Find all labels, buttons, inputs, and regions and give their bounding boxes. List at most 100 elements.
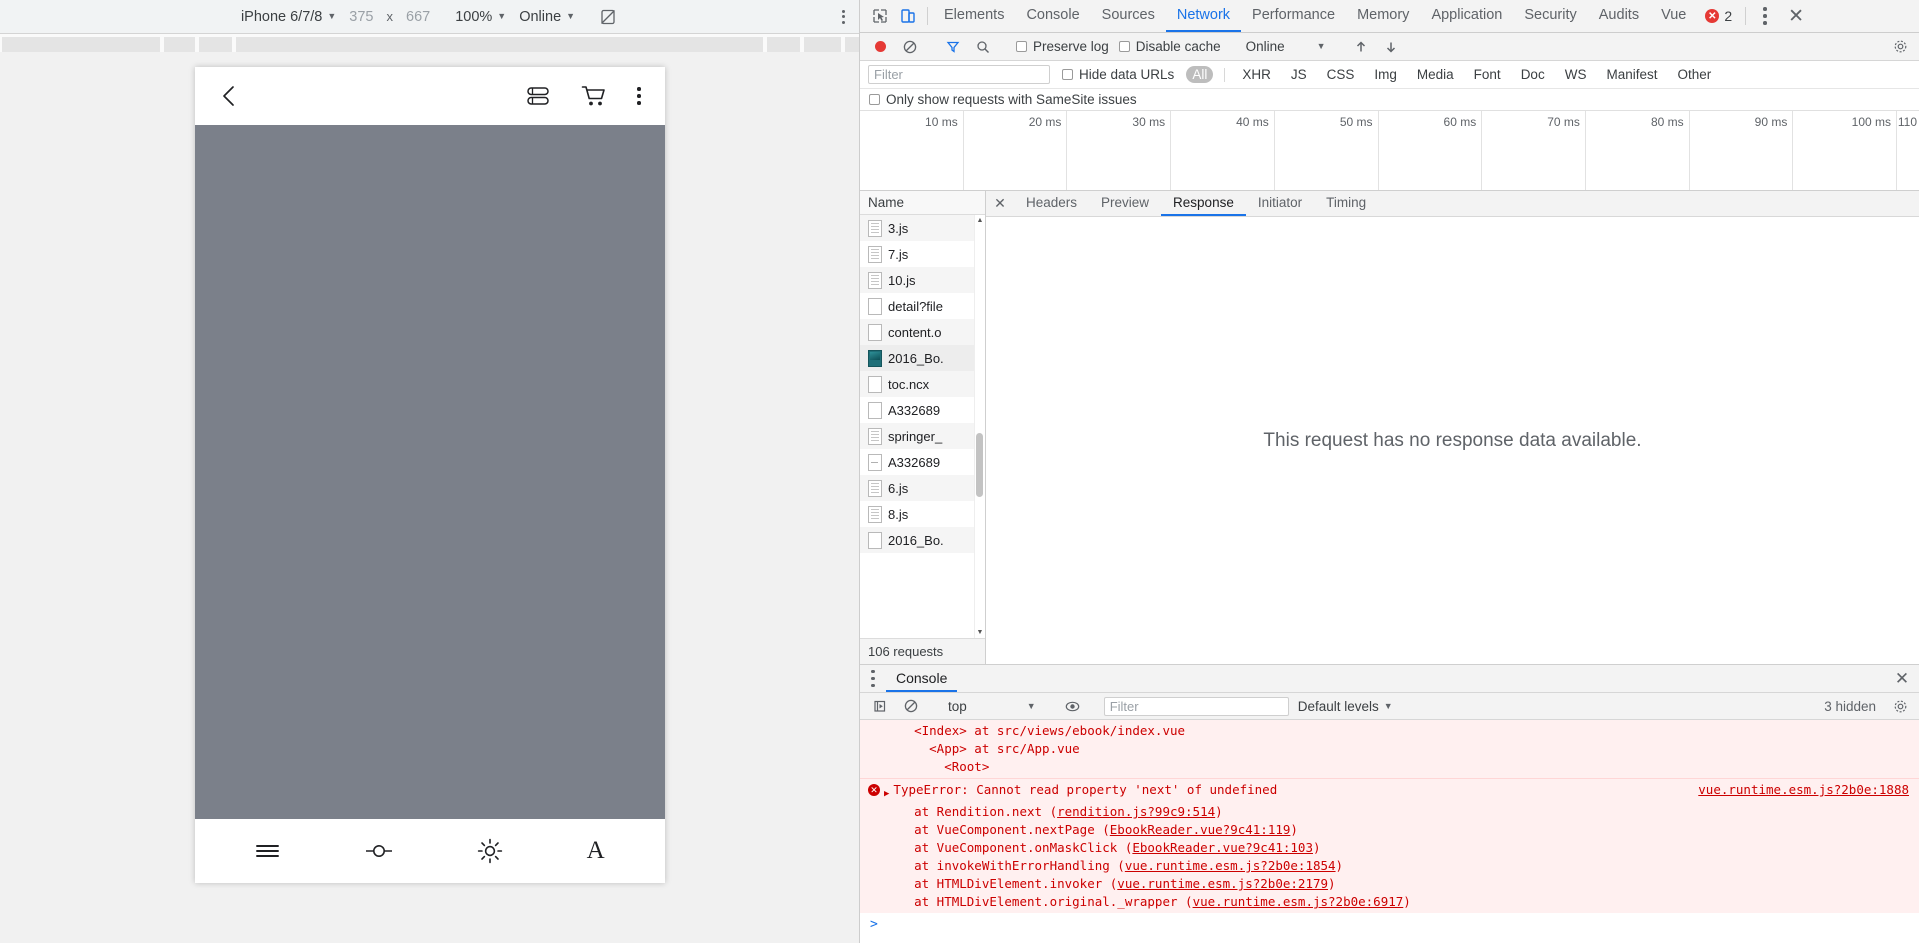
tab-audits[interactable]: Audits bbox=[1588, 0, 1650, 32]
table-row[interactable]: 2016_Bo. bbox=[860, 345, 985, 371]
clear-network-log-icon[interactable] bbox=[896, 40, 924, 54]
table-row[interactable]: A332689 bbox=[860, 449, 985, 475]
import-har-icon[interactable] bbox=[1347, 40, 1375, 54]
type-filter-img[interactable]: Img bbox=[1368, 66, 1403, 83]
filter-funnel-icon[interactable] bbox=[939, 40, 967, 54]
more-vertical-icon[interactable] bbox=[637, 87, 641, 105]
tab-security[interactable]: Security bbox=[1513, 0, 1587, 32]
ebook-reader-content[interactable] bbox=[194, 125, 665, 819]
table-row[interactable]: toc.ncx bbox=[860, 371, 985, 397]
record-stop-icon[interactable] bbox=[866, 41, 894, 52]
stack-link[interactable]: EbookReader.vue?9c41:119 bbox=[1110, 822, 1291, 837]
table-row[interactable]: 10.js bbox=[860, 267, 985, 293]
toggle-device-toolbar-icon[interactable] bbox=[894, 0, 922, 32]
brightness-sun-icon[interactable] bbox=[477, 838, 503, 864]
stack-link[interactable]: vue.runtime.esm.js?2b0e:6917 bbox=[1193, 894, 1404, 909]
console-output[interactable]: <Index> at src/views/ebook/index.vue <Ap… bbox=[860, 720, 1919, 943]
close-drawer-icon[interactable]: ✕ bbox=[1885, 665, 1919, 692]
error-source-link[interactable]: vue.runtime.esm.js?2b0e:1888 bbox=[1698, 781, 1919, 799]
zoom-selector[interactable]: 100% ▼ bbox=[455, 9, 506, 25]
stack-link[interactable]: vue.runtime.esm.js?2b0e:1854 bbox=[1125, 858, 1336, 873]
disable-cache-checkbox[interactable]: Disable cache bbox=[1115, 39, 1225, 54]
clear-console-icon[interactable] bbox=[897, 699, 925, 713]
hide-data-urls-checkbox[interactable]: Hide data URLs bbox=[1058, 67, 1178, 82]
scroll-down-arrow-icon[interactable]: ▼ bbox=[975, 627, 985, 638]
detail-tab-response[interactable]: Response bbox=[1161, 191, 1246, 216]
table-row[interactable]: 3.js bbox=[860, 215, 985, 241]
type-filter-media[interactable]: Media bbox=[1411, 66, 1460, 83]
detail-tab-headers[interactable]: Headers bbox=[1014, 191, 1089, 216]
drawer-more-icon[interactable] bbox=[860, 665, 886, 692]
throttle-selector[interactable]: Online ▼ bbox=[519, 9, 575, 25]
progress-circle-icon[interactable] bbox=[365, 839, 393, 863]
stack-link[interactable]: rendition.js?99c9:514 bbox=[1057, 804, 1215, 819]
request-list[interactable]: 3.js 7.js 10.js detail?file content.o 20… bbox=[860, 215, 985, 638]
request-list-scrollbar[interactable]: ▲ ▼ bbox=[974, 215, 985, 638]
tab-sources[interactable]: Sources bbox=[1091, 0, 1166, 32]
hamburger-menu-icon[interactable] bbox=[254, 840, 281, 862]
network-overview-timeline[interactable]: 10 ms 20 ms 30 ms 40 ms 50 ms 60 ms 70 m… bbox=[860, 111, 1919, 191]
emulator-more-options-icon[interactable] bbox=[842, 9, 845, 24]
type-filter-font[interactable]: Font bbox=[1468, 66, 1507, 83]
table-row[interactable]: 6.js bbox=[860, 475, 985, 501]
console-error-entry[interactable]: ✕ ▶ TypeError: Cannot read property 'nex… bbox=[860, 779, 1919, 913]
tab-elements[interactable]: Elements bbox=[933, 0, 1015, 32]
table-row[interactable]: 7.js bbox=[860, 241, 985, 267]
scroll-up-arrow-icon[interactable]: ▲ bbox=[975, 215, 985, 226]
detail-tab-timing[interactable]: Timing bbox=[1314, 191, 1378, 216]
expand-triangle-icon[interactable]: ▶ bbox=[884, 785, 889, 803]
viewport-width[interactable]: 375 bbox=[349, 9, 373, 25]
detail-tab-initiator[interactable]: Initiator bbox=[1246, 191, 1314, 216]
stack-link[interactable]: vue.runtime.esm.js?2b0e:2179 bbox=[1117, 876, 1328, 891]
console-settings-gear-icon[interactable] bbox=[1887, 699, 1913, 714]
tab-console[interactable]: Console bbox=[1015, 0, 1090, 32]
font-size-A-icon[interactable]: A bbox=[587, 837, 605, 865]
type-filter-css[interactable]: CSS bbox=[1321, 66, 1361, 83]
console-context-selector[interactable]: top ▼ bbox=[942, 699, 1042, 714]
tab-performance[interactable]: Performance bbox=[1241, 0, 1346, 32]
tab-application[interactable]: Application bbox=[1420, 0, 1513, 32]
table-row[interactable]: springer_ bbox=[860, 423, 985, 449]
live-expression-icon[interactable] bbox=[1059, 699, 1087, 714]
preserve-log-checkbox[interactable]: Preserve log bbox=[1012, 39, 1113, 54]
execute-snippet-icon[interactable] bbox=[866, 699, 894, 713]
console-prompt[interactable]: > bbox=[860, 913, 1919, 935]
samesite-checkbox[interactable]: Only show requests with SameSite issues bbox=[869, 92, 1137, 107]
console-levels-selector[interactable]: Default levels ▼ bbox=[1292, 699, 1399, 714]
scrollbar-thumb[interactable] bbox=[976, 433, 983, 497]
rotate-icon[interactable] bbox=[598, 7, 618, 27]
error-count-badge[interactable]: ✕ 2 bbox=[1697, 0, 1740, 32]
export-har-icon[interactable] bbox=[1377, 40, 1405, 54]
console-trace-head[interactable]: <Index> at src/views/ebook/index.vue <Ap… bbox=[860, 720, 1919, 779]
device-selector[interactable]: iPhone 6/7/8 ▼ bbox=[241, 9, 336, 25]
tab-network[interactable]: Network bbox=[1165, 0, 1242, 32]
table-row[interactable]: detail?file bbox=[860, 293, 985, 319]
type-filter-js[interactable]: JS bbox=[1285, 66, 1313, 83]
close-devtools-icon[interactable]: ✕ bbox=[1779, 0, 1813, 32]
viewport-height[interactable]: 667 bbox=[406, 9, 430, 25]
detail-tab-preview[interactable]: Preview bbox=[1089, 191, 1161, 216]
shopping-cart-icon[interactable] bbox=[581, 84, 607, 108]
customize-devtools-icon[interactable] bbox=[1751, 0, 1779, 32]
tab-vue[interactable]: Vue bbox=[1650, 0, 1697, 32]
type-filter-doc[interactable]: Doc bbox=[1515, 66, 1551, 83]
type-filter-manifest[interactable]: Manifest bbox=[1600, 66, 1663, 83]
inspect-element-icon[interactable] bbox=[866, 0, 894, 32]
type-filter-all[interactable]: All bbox=[1186, 66, 1214, 83]
type-filter-other[interactable]: Other bbox=[1671, 66, 1717, 83]
table-row[interactable]: A332689 bbox=[860, 397, 985, 423]
table-row[interactable]: content.o bbox=[860, 319, 985, 345]
search-magnifier-icon[interactable] bbox=[969, 40, 997, 54]
book-shelf-icon[interactable] bbox=[525, 85, 551, 107]
console-filter-input[interactable] bbox=[1103, 696, 1289, 716]
table-row[interactable]: 2016_Bo. bbox=[860, 527, 985, 553]
table-row[interactable]: 8.js bbox=[860, 501, 985, 527]
network-settings-gear-icon[interactable] bbox=[1887, 39, 1913, 54]
type-filter-xhr[interactable]: XHR bbox=[1236, 66, 1277, 83]
type-filter-ws[interactable]: WS bbox=[1559, 66, 1593, 83]
filter-input[interactable] bbox=[868, 65, 1050, 84]
network-throttle-selector[interactable]: Online ▼ bbox=[1240, 39, 1332, 54]
back-chevron-icon[interactable] bbox=[219, 83, 241, 109]
tab-memory[interactable]: Memory bbox=[1346, 0, 1420, 32]
close-detail-icon[interactable]: ✕ bbox=[986, 191, 1014, 216]
